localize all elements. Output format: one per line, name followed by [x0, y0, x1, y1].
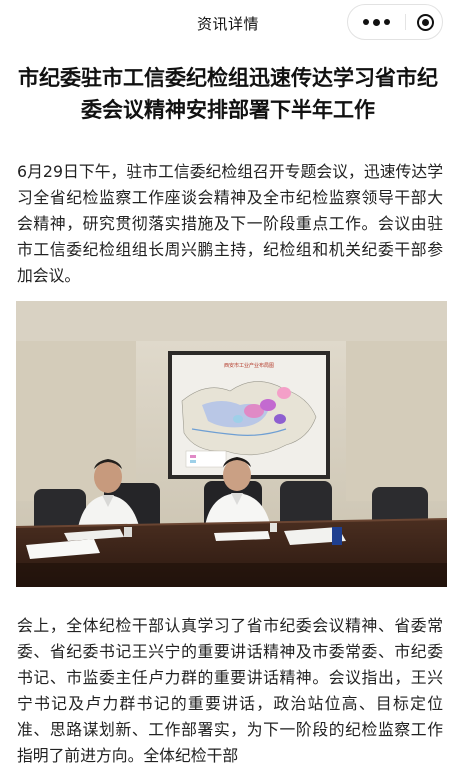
map-title: 西安市工业产业布局图	[224, 362, 274, 369]
article-paragraph: 6月29日下午，驻市工信委纪检组召开专题会议，迅速传达学习全省纪检监察工作座谈会…	[17, 162, 443, 285]
mini-program-capsule	[347, 4, 443, 40]
meeting-photo-illustration: 西安市工业产业布局图	[16, 301, 447, 587]
more-button[interactable]	[348, 5, 404, 39]
article-photo: 西安市工业产业布局图	[16, 301, 447, 587]
capsule-divider	[405, 14, 406, 30]
target-close-icon	[417, 13, 434, 31]
article-title: 市纪委驻市工信委纪检组迅速传达学习省市纪委会议精神安排部署下半年工作	[18, 66, 438, 122]
article-paragraph: 会上，全体纪检干部认真学习了省市纪委会议精神、省委常委、省纪委书记王兴宁的重要讲…	[17, 616, 443, 765]
more-dots-icon	[362, 18, 390, 26]
close-button[interactable]	[409, 5, 442, 39]
top-navigation-bar: 资讯详情	[0, 0, 456, 46]
